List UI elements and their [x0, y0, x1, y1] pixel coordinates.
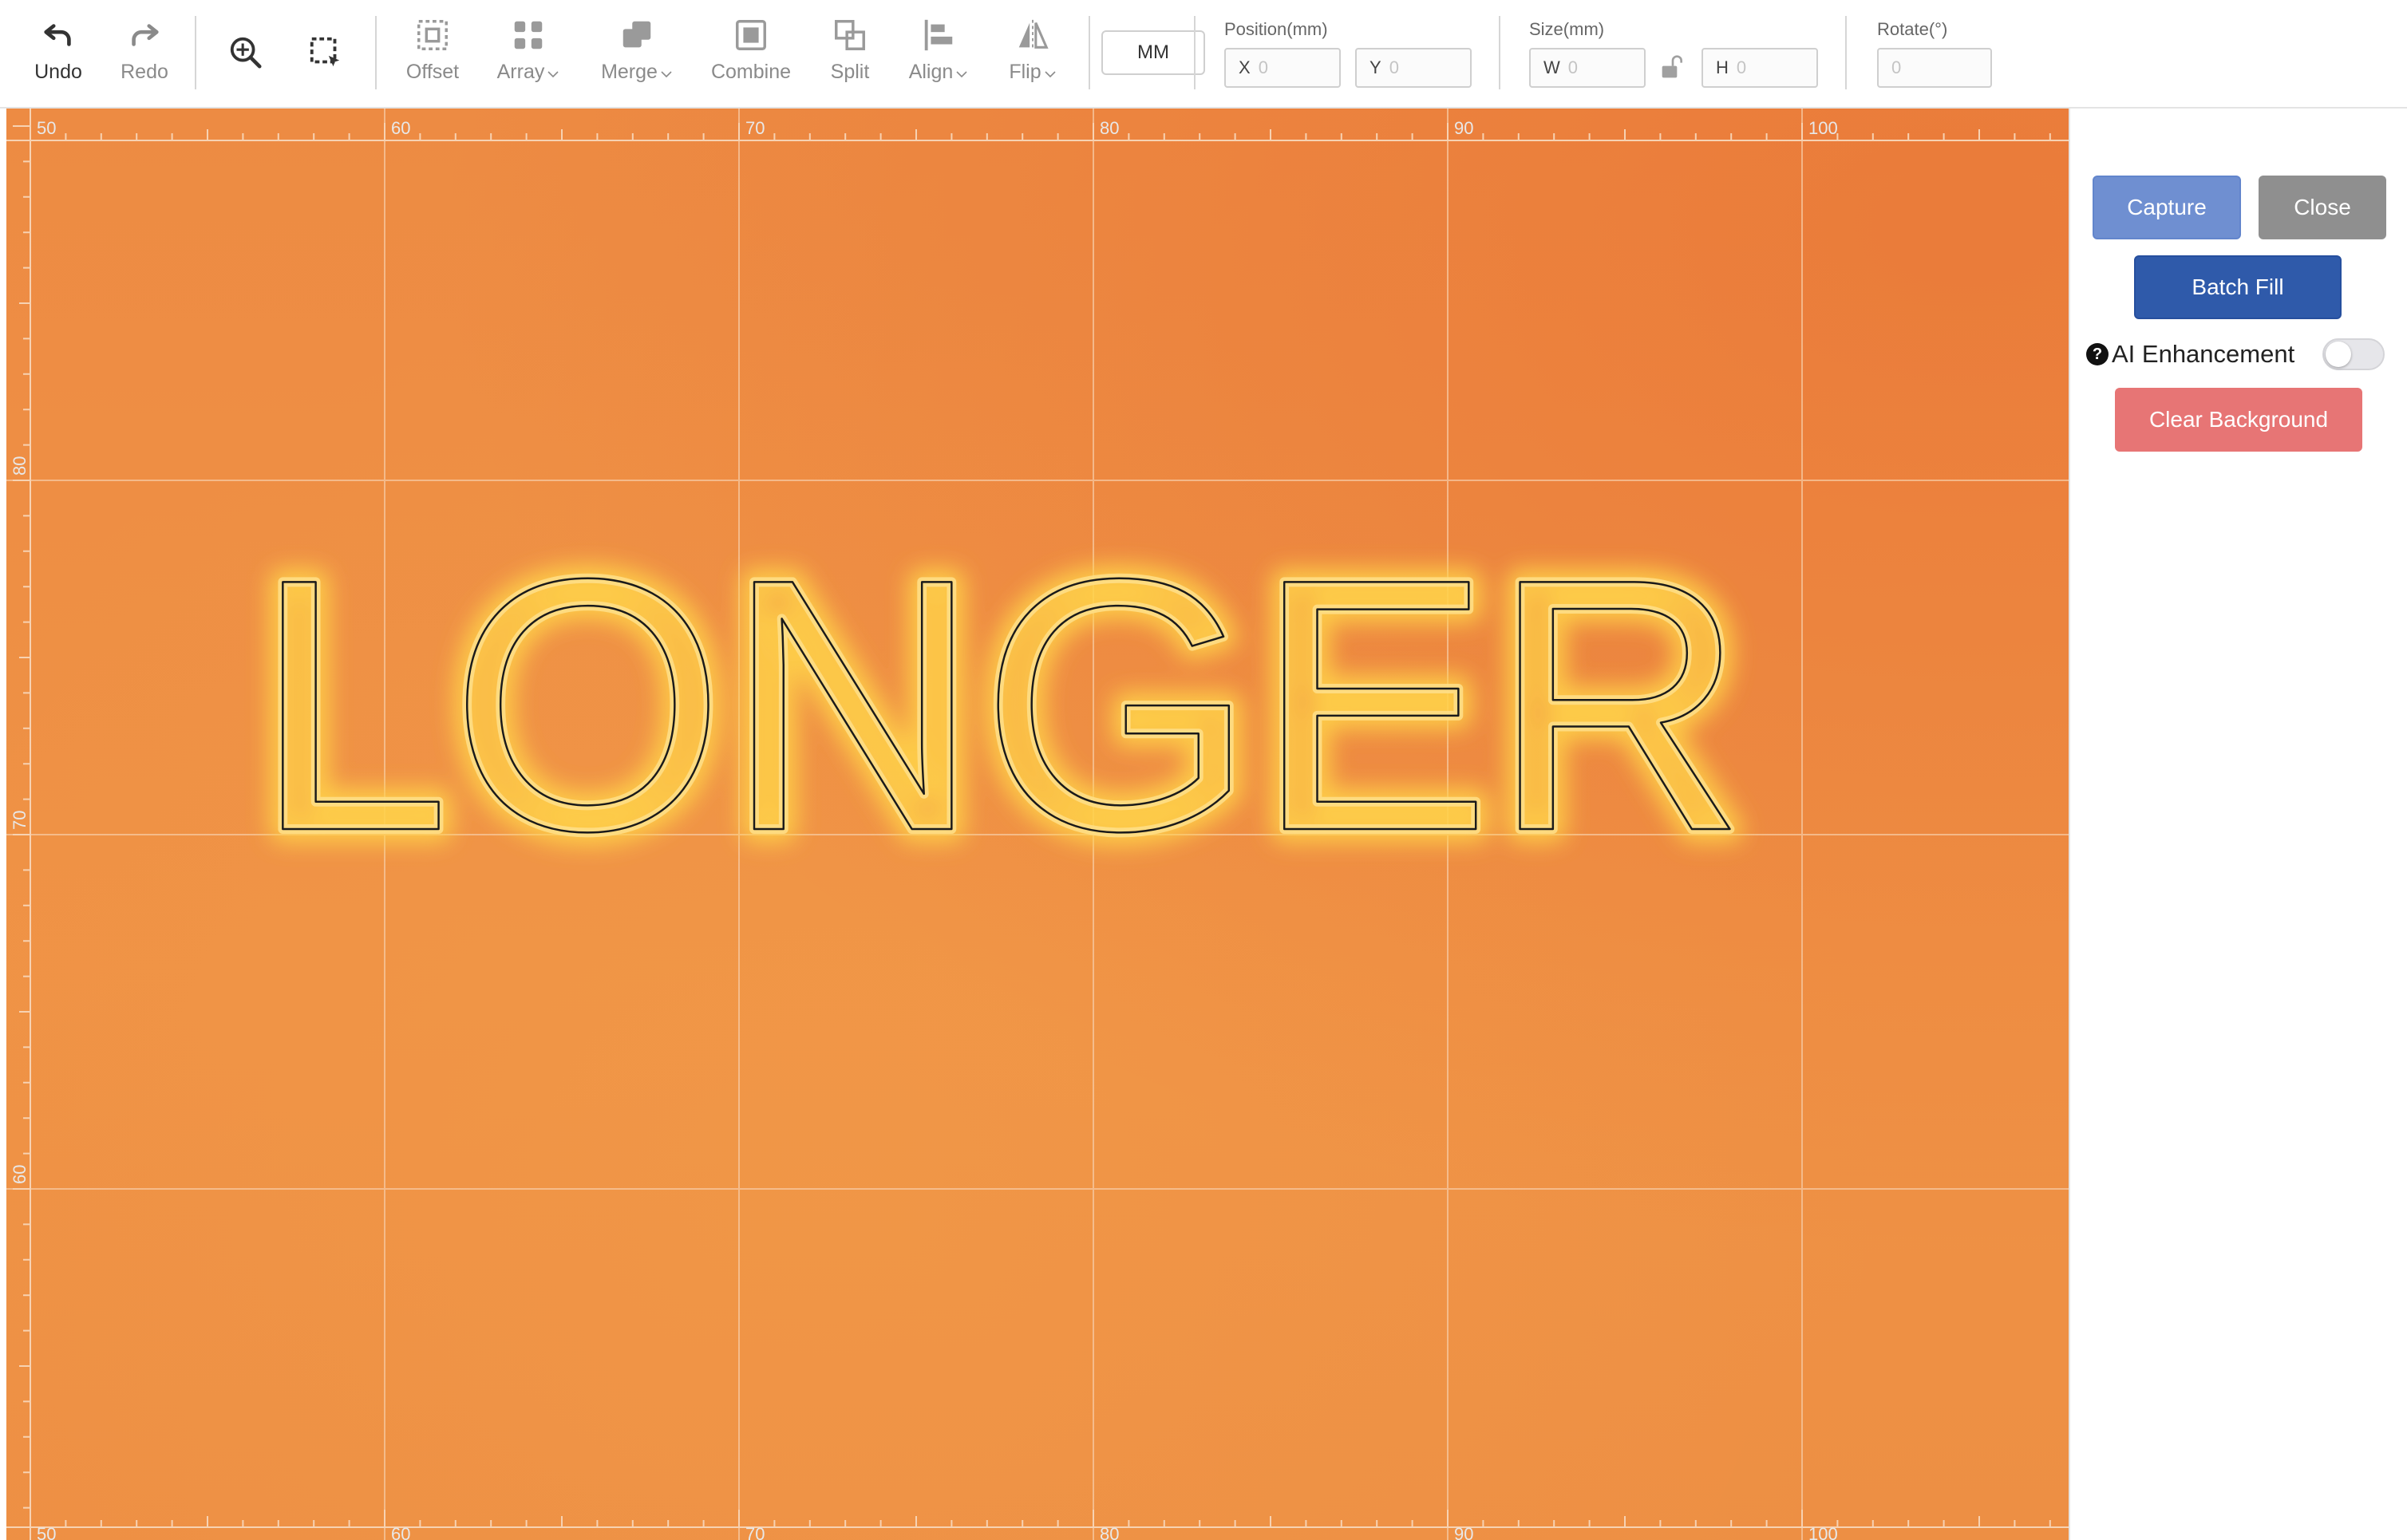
array-icon [514, 21, 543, 49]
redo-icon [132, 24, 159, 46]
unlock-icon [1662, 55, 1682, 78]
position-y-prefix: Y [1370, 57, 1381, 77]
toolbar-divider [1845, 16, 1847, 89]
undo-button[interactable]: Undo [22, 0, 94, 109]
select-area-icon [310, 37, 340, 67]
align-label: Align [908, 61, 954, 83]
position-x-prefix: X [1239, 57, 1251, 77]
merge-button[interactable]: Merge [595, 0, 678, 109]
help-icon[interactable]: ? [2086, 343, 2109, 365]
chevron-down-icon [1045, 71, 1056, 78]
position-label: Position(mm) [1224, 19, 1328, 39]
size-h-field[interactable]: H 0 [1702, 48, 1818, 88]
array-label: Array [496, 61, 545, 83]
x-tick-label-bottom: 50 [37, 1524, 56, 1540]
capture-button[interactable]: Capture [2093, 176, 2241, 239]
x-tick-label-bottom: 60 [391, 1524, 410, 1540]
chevron-down-icon [661, 71, 672, 78]
combine-button[interactable]: Combine [707, 0, 795, 109]
offset-label: Offset [405, 61, 460, 83]
flip-icon [1018, 19, 1049, 51]
unit-button[interactable]: MM [1101, 30, 1205, 75]
close-button[interactable]: Close [2259, 176, 2386, 239]
align-button[interactable]: Align [902, 0, 975, 109]
x-tick-label-bottom: 100 [1808, 1524, 1838, 1540]
undo-icon [44, 24, 71, 46]
combine-label: Combine [710, 61, 792, 83]
split-label: Split [830, 61, 870, 83]
ai-enhancement-label: AI Enhancement [2112, 340, 2295, 368]
x-tick-label: 90 [1454, 118, 1473, 138]
rotate-field[interactable]: 0 [1877, 48, 1992, 88]
position-x-value: 0 [1258, 57, 1268, 77]
x-tick-label: 70 [745, 118, 765, 138]
toggle-knob [2326, 342, 2351, 367]
size-h-prefix: H [1716, 57, 1729, 77]
split-button[interactable]: Split [817, 0, 883, 109]
x-tick-label: 60 [391, 118, 410, 138]
redo-label: Redo [121, 61, 168, 83]
redo-button[interactable]: Redo [109, 0, 180, 109]
capture-panel: Capture Close Batch Fill ? AI Enhancemen… [2069, 109, 2407, 1540]
split-icon [835, 20, 865, 50]
rotate-value: 0 [1891, 57, 1902, 77]
chevron-down-icon [547, 71, 559, 78]
toolbar-divider [1089, 16, 1090, 89]
y-tick-label: 60 [10, 1165, 30, 1184]
toolbar-divider [1499, 16, 1500, 89]
longer-text-outline[interactable]: LONGER [253, 504, 1748, 907]
x-tick-label-bottom: 90 [1454, 1524, 1473, 1540]
size-h-value: 0 [1736, 57, 1747, 77]
x-tick-label-bottom: 80 [1100, 1524, 1119, 1540]
ruler-bottom [6, 1510, 2069, 1528]
merge-icon [622, 21, 651, 48]
undo-label: Undo [34, 61, 82, 83]
position-x-field[interactable]: X 0 [1224, 48, 1341, 88]
canvas-svg: 50 60 70 80 90 100 50 60 70 80 90 100 80… [6, 109, 2069, 1540]
array-button[interactable]: Array [488, 0, 568, 109]
size-w-prefix: W [1543, 57, 1560, 77]
select-tool-button[interactable] [302, 0, 350, 109]
y-tick-label: 80 [10, 456, 30, 476]
align-icon [924, 19, 953, 51]
size-w-field[interactable]: W 0 [1529, 48, 1646, 88]
x-tick-label: 100 [1808, 118, 1838, 138]
toolbar-divider [375, 16, 377, 89]
combine-icon [736, 20, 766, 50]
rotate-label: Rotate(°) [1877, 19, 1948, 39]
flip-button[interactable]: Flip [999, 0, 1066, 109]
size-w-value: 0 [1567, 57, 1579, 77]
flip-label: Flip [1009, 61, 1041, 83]
x-tick-label-bottom: 70 [745, 1524, 765, 1540]
x-tick-label: 50 [37, 118, 56, 138]
design-canvas[interactable]: 50 60 70 80 90 100 50 60 70 80 90 100 80… [6, 109, 2069, 1540]
offset-button[interactable]: Offset [399, 0, 466, 109]
position-y-value: 0 [1389, 57, 1399, 77]
lock-ratio-button[interactable] [1660, 53, 1686, 81]
zoom-icon [230, 37, 262, 69]
chevron-down-icon [956, 71, 967, 78]
x-tick-label: 80 [1100, 118, 1119, 138]
ruler-top [6, 123, 2069, 141]
batch-fill-button[interactable]: Batch Fill [2134, 255, 2342, 319]
merge-label: Merge [601, 61, 658, 83]
toolbar-divider [1194, 16, 1196, 89]
position-y-field[interactable]: Y 0 [1355, 48, 1472, 88]
toolbar-divider [195, 16, 196, 89]
zoom-tool-button[interactable] [222, 0, 270, 109]
y-tick-label: 70 [10, 811, 30, 830]
clear-background-button[interactable]: Clear Background [2115, 388, 2362, 452]
size-label: Size(mm) [1529, 19, 1605, 39]
ai-enhancement-toggle[interactable] [2322, 338, 2385, 370]
toolbar: Undo Redo Offset Array Merge Combine Spl… [0, 0, 2407, 109]
offset-icon [417, 20, 448, 50]
